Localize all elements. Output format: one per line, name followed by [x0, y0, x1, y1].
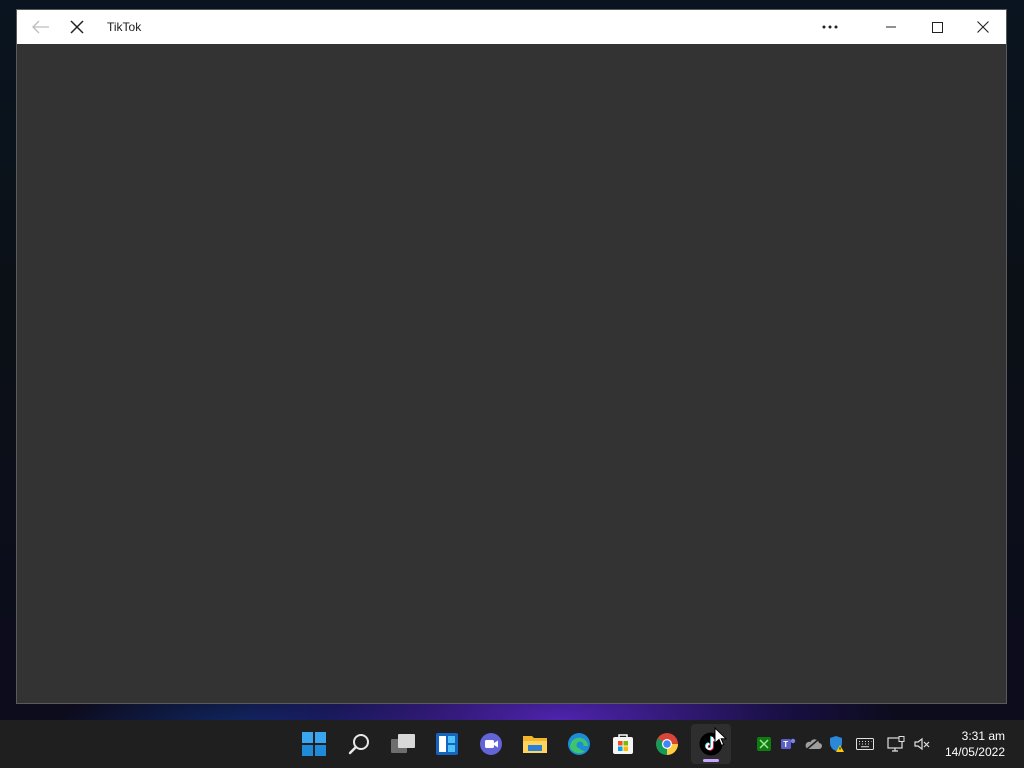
window-title: TikTok [107, 20, 142, 34]
teams-tray-icon[interactable]: T [778, 734, 798, 754]
windows-security-tray-icon[interactable] [827, 734, 847, 754]
arrow-left-icon [32, 20, 49, 34]
tiktok-app-window: TikTok [17, 10, 1006, 703]
title-bar[interactable]: TikTok [17, 10, 1006, 44]
teams-chat-button[interactable] [471, 724, 511, 764]
minimize-icon [886, 26, 896, 28]
more-options-button[interactable] [807, 10, 853, 44]
keyboard-icon [856, 738, 874, 750]
xbox-tray-icon[interactable] [754, 734, 774, 754]
task-view-button[interactable] [383, 724, 423, 764]
chrome-button[interactable] [647, 724, 687, 764]
volume-muted-icon [914, 737, 930, 751]
onedrive-icon [805, 738, 822, 751]
task-view-icon [391, 734, 415, 753]
network-icon [887, 736, 905, 752]
edge-button[interactable] [559, 724, 599, 764]
app-content-area[interactable] [17, 44, 1006, 703]
close-window-button[interactable] [960, 10, 1006, 44]
xbox-icon [757, 737, 771, 751]
search-button[interactable] [339, 724, 379, 764]
back-button[interactable] [21, 10, 61, 44]
teams-chat-icon [480, 733, 502, 755]
network-tray-icon[interactable] [886, 734, 906, 754]
windows-security-icon [830, 736, 844, 752]
mouse-cursor-icon [714, 727, 728, 747]
maximize-button[interactable] [914, 10, 960, 44]
active-app-indicator [703, 759, 719, 762]
taskbar: T 3:31 am 14/05/2022 [0, 720, 1024, 768]
chrome-icon [656, 733, 678, 755]
more-horizontal-icon [822, 25, 838, 29]
store-icon [613, 734, 633, 754]
store-button[interactable] [603, 724, 643, 764]
teams-icon: T [781, 738, 796, 749]
stop-loading-button[interactable] [57, 10, 97, 44]
search-icon [348, 734, 369, 755]
widgets-button[interactable] [427, 724, 467, 764]
file-explorer-button[interactable] [515, 724, 555, 764]
folder-icon [523, 736, 547, 753]
clock-time: 3:31 am [961, 729, 1005, 743]
svg-text:T: T [783, 740, 788, 749]
onedrive-tray-icon[interactable] [803, 734, 823, 754]
taskbar-clock[interactable]: 3:31 am 14/05/2022 [945, 728, 1005, 760]
edge-icon [568, 733, 590, 755]
widgets-icon [436, 733, 458, 755]
maximize-icon [931, 21, 943, 33]
close-icon [977, 21, 989, 33]
close-icon [70, 20, 84, 34]
volume-tray-icon[interactable] [912, 734, 932, 754]
minimize-button[interactable] [868, 10, 914, 44]
touch-keyboard-tray-icon[interactable] [855, 734, 875, 754]
start-button[interactable] [294, 724, 334, 764]
clock-date: 14/05/2022 [944, 745, 1005, 759]
windows-logo-icon [302, 732, 326, 756]
